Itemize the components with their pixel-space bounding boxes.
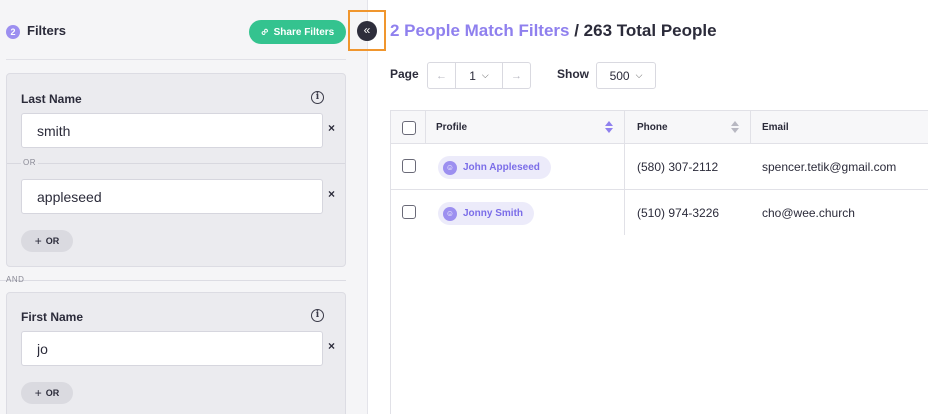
and-label: AND bbox=[6, 275, 25, 284]
filters-title: Filters bbox=[27, 23, 67, 38]
or-label: OR bbox=[21, 158, 38, 167]
collapse-sidebar-button[interactable]: « bbox=[357, 21, 377, 41]
info-icon[interactable]: i bbox=[311, 309, 324, 322]
phone-cell: (580) 307-2112 bbox=[637, 160, 719, 174]
last-name-input-2[interactable] bbox=[21, 179, 323, 214]
table-row[interactable]: ☺ John Appleseed (580) 307-2112 spencer.… bbox=[391, 144, 928, 190]
double-chevron-left-icon: « bbox=[363, 23, 371, 37]
page-label: Page bbox=[390, 67, 419, 81]
table-row[interactable]: ☺ Jonny Smith (510) 974-3226 cho@wee.chu… bbox=[391, 190, 928, 236]
column-separator bbox=[750, 111, 751, 144]
arrow-left-icon: ← bbox=[436, 69, 447, 82]
column-header-profile[interactable]: Profile bbox=[436, 111, 467, 144]
phone-cell: (510) 974-3226 bbox=[637, 206, 720, 220]
page-select[interactable]: 1 ⌵ bbox=[456, 63, 502, 88]
column-separator bbox=[425, 111, 426, 144]
filter-card-first-name: First Name i × + OR bbox=[6, 292, 346, 414]
profile-name: Jonny Smith bbox=[463, 208, 524, 219]
or-divider bbox=[7, 163, 345, 164]
page-size-value: 500 bbox=[609, 68, 630, 83]
filter-title: First Name bbox=[21, 310, 84, 324]
first-name-input-1[interactable] bbox=[21, 331, 323, 366]
sort-icon[interactable] bbox=[731, 121, 739, 134]
add-or-label: OR bbox=[45, 388, 60, 398]
chevron-down-icon: ⌵ bbox=[635, 70, 643, 80]
column-header-email[interactable]: Email bbox=[762, 111, 789, 144]
add-or-label: OR bbox=[45, 236, 60, 246]
remove-value-button[interactable]: × bbox=[328, 121, 335, 135]
add-or-button[interactable]: + OR bbox=[21, 382, 73, 404]
person-icon: ☺ bbox=[443, 206, 457, 221]
add-or-button[interactable]: + OR bbox=[21, 230, 73, 252]
profile-chip[interactable]: ☺ Jonny Smith bbox=[438, 202, 535, 225]
info-icon[interactable]: i bbox=[311, 91, 324, 104]
next-page-button[interactable]: → bbox=[502, 63, 530, 88]
plus-icon: + bbox=[34, 386, 42, 400]
filter-card-last-name: Last Name i × OR × + OR bbox=[6, 73, 346, 267]
link-icon: ∞ bbox=[257, 24, 272, 40]
previous-page-button[interactable]: ← bbox=[428, 63, 456, 88]
profile-name: John Appleseed bbox=[463, 162, 540, 173]
remove-value-button[interactable]: × bbox=[328, 339, 335, 353]
row-checkbox[interactable] bbox=[402, 205, 416, 219]
profile-chip[interactable]: ☺ John Appleseed bbox=[438, 156, 551, 179]
filter-title: Last Name bbox=[21, 92, 82, 106]
filters-header: 2 Filters ∞ Share Filters bbox=[6, 18, 346, 46]
title-separator: / bbox=[569, 21, 584, 40]
collapse-highlight-frame: « bbox=[348, 10, 386, 51]
email-cell: cho@wee.church bbox=[762, 206, 855, 220]
total-count: 263 Total People bbox=[583, 21, 717, 40]
row-checkbox[interactable] bbox=[402, 159, 416, 173]
column-separator bbox=[624, 111, 625, 144]
pagination-control: ← 1 ⌵ → bbox=[427, 62, 531, 89]
page-size-select[interactable]: 500 ⌵ bbox=[596, 62, 656, 89]
person-icon: ☺ bbox=[443, 160, 457, 175]
email-cell: spencer.tetik@gmail.com bbox=[762, 160, 897, 174]
select-all-checkbox[interactable] bbox=[402, 121, 416, 135]
sort-icon[interactable] bbox=[605, 121, 613, 134]
filters-sidebar: 2 Filters ∞ Share Filters Last Name i × … bbox=[0, 0, 368, 414]
last-name-input-1[interactable] bbox=[21, 113, 323, 148]
remove-value-button[interactable]: × bbox=[328, 187, 335, 201]
plus-icon: + bbox=[34, 234, 42, 248]
show-label: Show bbox=[557, 67, 589, 81]
people-table: Profile Phone Email ☺ John Appleseed (58… bbox=[390, 110, 928, 414]
and-divider bbox=[0, 280, 346, 281]
arrow-right-icon: → bbox=[511, 69, 522, 82]
column-header-phone[interactable]: Phone bbox=[637, 111, 668, 144]
share-filters-button[interactable]: ∞ Share Filters bbox=[249, 20, 346, 44]
table-header: Profile Phone Email bbox=[391, 111, 928, 144]
results-title: 2 People Match Filters / 263 Total Peopl… bbox=[390, 21, 717, 41]
header-divider bbox=[6, 59, 346, 60]
filter-count-badge: 2 bbox=[6, 25, 20, 39]
share-filters-label: Share Filters bbox=[273, 26, 335, 38]
chevron-down-icon: ⌵ bbox=[481, 70, 489, 80]
match-count-link[interactable]: 2 People Match Filters bbox=[390, 21, 570, 40]
current-page-value: 1 bbox=[469, 68, 476, 83]
